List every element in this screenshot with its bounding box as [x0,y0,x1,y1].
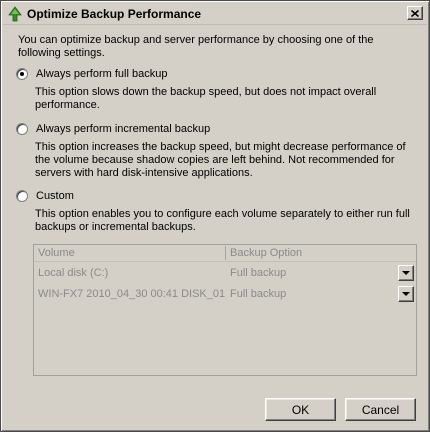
volume-cell: WIN-FX7 2010_04_30 00:41 DISK_01 [38,288,226,300]
option-incremental-backup-description: This option increases the backup speed, … [35,141,406,179]
volume-cell: Local disk (C:) [38,267,109,279]
option-full-backup-description: This option slows down the backup speed,… [35,86,377,111]
radio-custom[interactable] [16,190,28,202]
option-custom[interactable]: Custom [16,189,74,203]
table-row[interactable]: WIN-FX7 2010_04_30 00:41 DISK_01 Full ba… [34,286,416,304]
option-incremental-backup-label[interactable]: Always perform incremental backup [36,123,210,135]
backup-option-dropdown-button[interactable] [398,286,414,302]
close-icon [411,9,419,17]
title-bar[interactable]: Optimize Backup Performance [3,3,427,25]
optimize-backup-dialog: Optimize Backup Performance You can opti… [0,0,430,432]
backup-option-cell: Full backup [230,267,287,279]
chevron-down-icon [402,292,410,296]
backup-option-cell: Full backup [230,288,287,300]
intro-text: You can optimize backup and server perfo… [18,34,374,59]
column-divider[interactable] [225,246,226,260]
option-custom-description: This option enables you to configure eac… [35,208,410,233]
radio-incremental-backup[interactable] [16,123,28,135]
option-full-backup-label[interactable]: Always perform full backup [36,68,167,80]
option-incremental-backup[interactable]: Always perform incremental backup [16,122,210,136]
radio-full-backup[interactable] [16,68,28,80]
table-row[interactable]: Local disk (C:) Full backup [34,265,416,283]
ok-button[interactable]: OK [265,398,336,421]
table-header: Volume Backup Option [34,245,416,262]
column-header-volume: Volume [38,247,75,259]
volume-table: Volume Backup Option Local disk (C:) Ful… [33,244,417,376]
option-custom-label[interactable]: Custom [36,190,74,202]
dialog-title: Optimize Backup Performance [27,7,202,21]
backup-tree-icon [8,6,22,22]
column-header-backup-option: Backup Option [230,247,303,259]
option-full-backup[interactable]: Always perform full backup [16,67,167,81]
cancel-button[interactable]: Cancel [345,398,416,421]
close-button[interactable] [407,6,423,20]
backup-option-dropdown-button[interactable] [398,265,414,281]
chevron-down-icon [402,271,410,275]
